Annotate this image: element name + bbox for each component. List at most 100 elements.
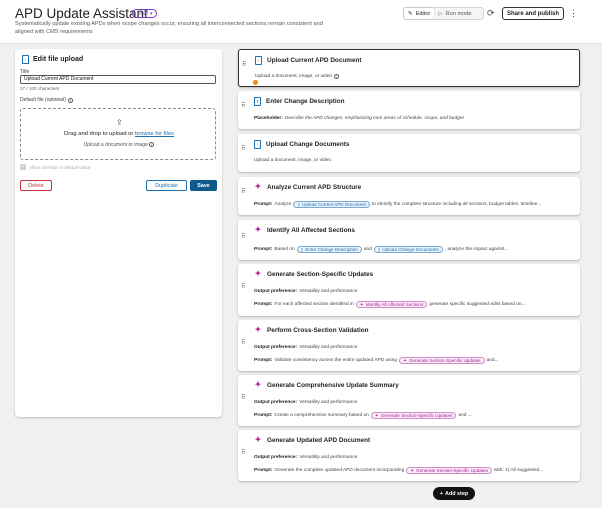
allow-override-checkbox[interactable]: ✓ Allow override of default value [20, 164, 90, 170]
output-preference: Output preference: Versatility and perfor… [254, 455, 357, 460]
step-reference-chip[interactable]: ▯ Upload Current APD Document [293, 201, 370, 208]
drag-handle-icon[interactable]: ⠿ [241, 450, 246, 460]
prompt-text: and [363, 247, 372, 252]
drag-handle-icon[interactable]: ⠿ [241, 395, 246, 405]
step-card[interactable]: ⠿ ✦ Analyze Current APD Structure Prompt:… [238, 177, 580, 215]
chevron-down-icon: ▾ [149, 10, 153, 17]
dropzone-subtext-label: Upload a document or image [83, 142, 148, 148]
editor-mode-button[interactable]: ✎ Editor [404, 8, 435, 19]
step-card[interactable]: ⠿ ↑ Upload Change Documents Upload a docu… [238, 134, 580, 172]
prefix-label: Placeholder: [254, 116, 283, 121]
step-title: ✦ Perform Cross-Section Validation [254, 326, 369, 334]
sparkle-icon: ✦ [254, 269, 262, 278]
prefix-label: Prompt: [254, 247, 273, 252]
drag-handle-icon[interactable]: ⠿ [242, 62, 247, 72]
file-dropzone[interactable]: ⇪ Drag and drop to upload or browse for … [20, 108, 216, 160]
drag-handle-icon[interactable]: ⠿ [241, 340, 246, 350]
step-card[interactable]: ⠿ ✦ Generate Updated APD Document Output … [238, 430, 580, 481]
edit-file-upload-panel: ↑ Edit file upload Title Upload Current … [15, 49, 222, 417]
connection-point[interactable] [253, 80, 258, 85]
step-card[interactable]: ⠿ ↑ Upload Current APD Document Upload a … [238, 49, 580, 87]
panel-heading-text: Edit file upload [33, 56, 84, 63]
drag-handle-icon[interactable]: ⠿ [241, 103, 246, 113]
app-header: APD Update Assistant Draft ▾ Systematical… [0, 0, 602, 44]
more-options-icon[interactable]: ⋮ [569, 7, 578, 20]
step-prompt: Prompt: Validate consistency across the e… [254, 357, 499, 364]
dropzone-text: Drag and drop to upload or browse for fi… [21, 131, 217, 137]
drop-text: Drag and drop to upload or [64, 131, 134, 137]
step-card[interactable]: ⠿ ✦ Generate Section-Specific Updates Out… [238, 264, 580, 316]
prompt-text: Generate the complete updated APD docume… [274, 468, 405, 473]
prompt-text: and ... [458, 413, 472, 418]
prompt-text: Based on [274, 247, 295, 252]
prefix-label: Prompt: [254, 468, 273, 473]
step-title-text: Upload Current APD Document [267, 57, 362, 64]
chip-label: Identify All Affected Sections [365, 302, 424, 307]
step-title: ↑ Upload Current APD Document [255, 56, 362, 65]
browse-files-link[interactable]: browse for files [135, 131, 174, 137]
sparkle-icon: ✦ [254, 182, 262, 191]
step-reference-chip[interactable]: ✦ Generate Section-Specific Updates [398, 357, 485, 364]
step-card[interactable]: ⠿ T Enter Change Description Placeholder:… [238, 91, 580, 129]
character-counter: 27 / 100 characters [20, 86, 60, 91]
sparkle-icon: ✦ [254, 225, 262, 234]
step-title-text: Upload Change Documents [266, 141, 350, 148]
step-title-text: Perform Cross-Section Validation [267, 326, 369, 334]
prefix-label: Prompt: [254, 358, 273, 363]
share-and-publish-button[interactable]: Share and publish [502, 7, 564, 20]
step-prompt: Prompt: For each affected section identif… [254, 301, 526, 308]
drag-handle-icon[interactable]: ⠿ [241, 284, 246, 294]
step-card[interactable]: ⠿ ✦ Identify All Affected Sections Prompt… [238, 220, 580, 260]
step-title: ✦ Identify All Affected Sections [254, 226, 355, 234]
preference-value: Versatility and performance [299, 455, 358, 460]
prompt-text: Analyze [274, 202, 292, 207]
save-button[interactable]: Save [190, 180, 217, 191]
step-reference-chip[interactable]: ✦ Generate Section-Specific Updates [370, 412, 457, 419]
step-reference-chip[interactable]: ✦ Generate Section-Specific Updates [406, 467, 492, 474]
step-card[interactable]: ⠿ ✦ Perform Cross-Section Validation Outp… [238, 320, 580, 371]
duplicate-button[interactable]: Duplicate [146, 180, 187, 191]
chip-label: Enter Change Description [305, 247, 358, 252]
prefix-label: Prompt: [254, 413, 273, 418]
prompt-text: , analyze the impact against... [444, 247, 509, 252]
preference-label: Output preference: [254, 345, 298, 350]
chip-label: Generate Section-Specific Updates [416, 468, 488, 473]
draft-badge-label: Draft [137, 10, 148, 17]
step-description-text: Upload a document, image, or video [255, 74, 333, 79]
page-subtitle: Systematically update existing APDs when… [15, 21, 323, 35]
sparkle-icon: ✦ [402, 357, 407, 363]
step-title-text: Identify All Affected Sections [267, 226, 355, 234]
step-reference-chip[interactable]: ✦ Identify All Affected Sections [355, 301, 428, 308]
output-preference: Output preference: Versatility and perfor… [254, 345, 357, 350]
chip-label: Upload Change Documents [382, 247, 439, 252]
step-reference-chip[interactable]: ▯ Upload Change Documents [373, 246, 443, 253]
preference-label: Output preference: [254, 455, 298, 460]
drag-handle-icon[interactable]: ⠿ [241, 146, 246, 156]
delete-button[interactable]: Delete [20, 180, 52, 191]
prompt-text: and... [486, 358, 499, 363]
step-title: T Enter Change Description [254, 97, 344, 106]
add-step-button[interactable]: + Add step [433, 487, 475, 500]
drag-handle-icon[interactable]: ⠿ [241, 189, 246, 199]
step-card[interactable]: ⠿ ✦ Generate Comprehensive Update Summary… [238, 375, 580, 426]
document-upload-icon: ↑ [255, 56, 262, 65]
chip-label: Generate Section-Specific Updates [380, 413, 453, 418]
preference-value: Versatility and performance [299, 345, 358, 350]
step-reference-chip[interactable]: ▯ Enter Change Description [296, 246, 362, 253]
info-icon[interactable]: i [149, 142, 155, 147]
info-icon[interactable]: i [67, 97, 73, 103]
step-prompt: Prompt: Based on ▯ Enter Change Description… [254, 246, 508, 253]
run-mode-button[interactable]: ▷ Run mode [434, 8, 475, 19]
drag-handle-icon[interactable]: ⠿ [241, 234, 246, 244]
step-description: Placeholder: Describe the APD changes, em… [254, 116, 464, 121]
page-title: APD Update Assistant [15, 6, 148, 21]
refresh-icon[interactable]: ⟳ [487, 8, 497, 18]
title-input[interactable]: Upload Current APD Document [20, 75, 216, 84]
prompt-text: Validate consistency across the entire u… [274, 358, 397, 363]
info-icon[interactable]: i [334, 74, 340, 79]
draft-badge[interactable]: Draft ▾ [132, 9, 158, 18]
prompt-text: generate specific suggested edits based … [429, 302, 526, 307]
prompt-text: For each affected section identified in [274, 302, 354, 307]
step-title-text: Generate Section-Specific Updates [267, 270, 374, 278]
mode-toggle: ✎ Editor ▷ Run mode [403, 7, 484, 20]
